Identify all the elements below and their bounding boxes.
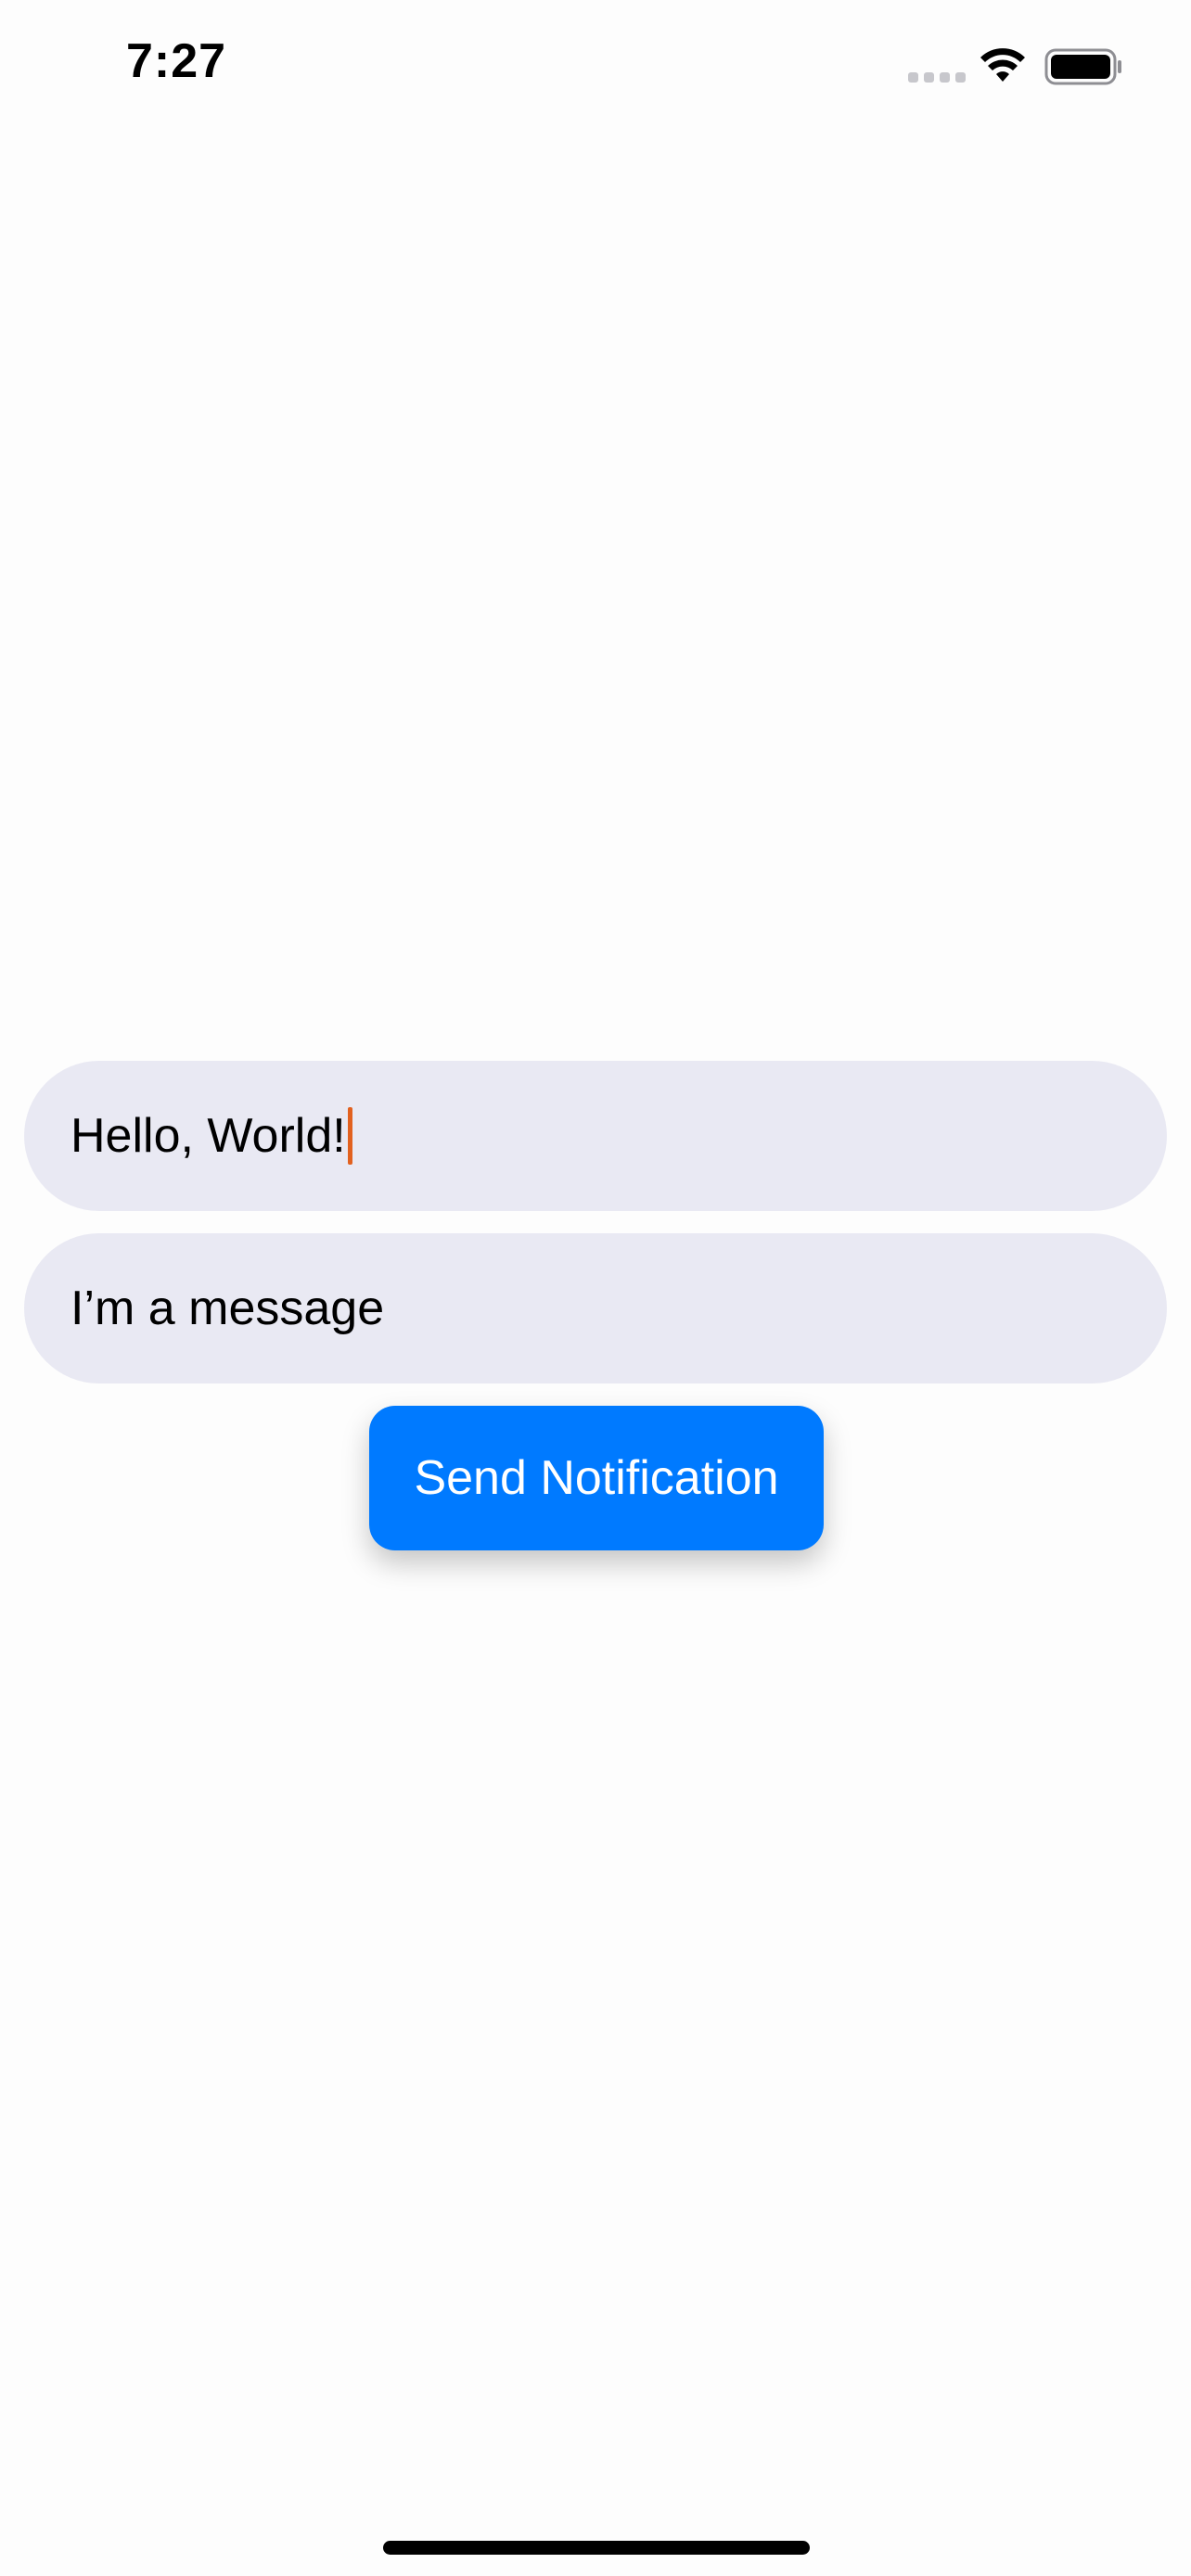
status-bar: 7:27 [0,0,1191,139]
notification-title-input[interactable]: Hello, World! [24,1061,1167,1211]
send-notification-button[interactable]: Send Notification [369,1406,824,1550]
home-indicator[interactable] [383,2541,810,2555]
wifi-icon [980,48,1025,82]
notification-message-value: I’m a message [70,1282,385,1335]
battery-icon [1044,48,1121,85]
text-caret [347,1107,352,1165]
notification-message-input[interactable]: I’m a message [24,1233,1167,1384]
cellular-signal-icon [908,72,966,83]
status-time: 7:27 [126,34,227,88]
notification-title-value: Hello, World! [70,1109,346,1163]
